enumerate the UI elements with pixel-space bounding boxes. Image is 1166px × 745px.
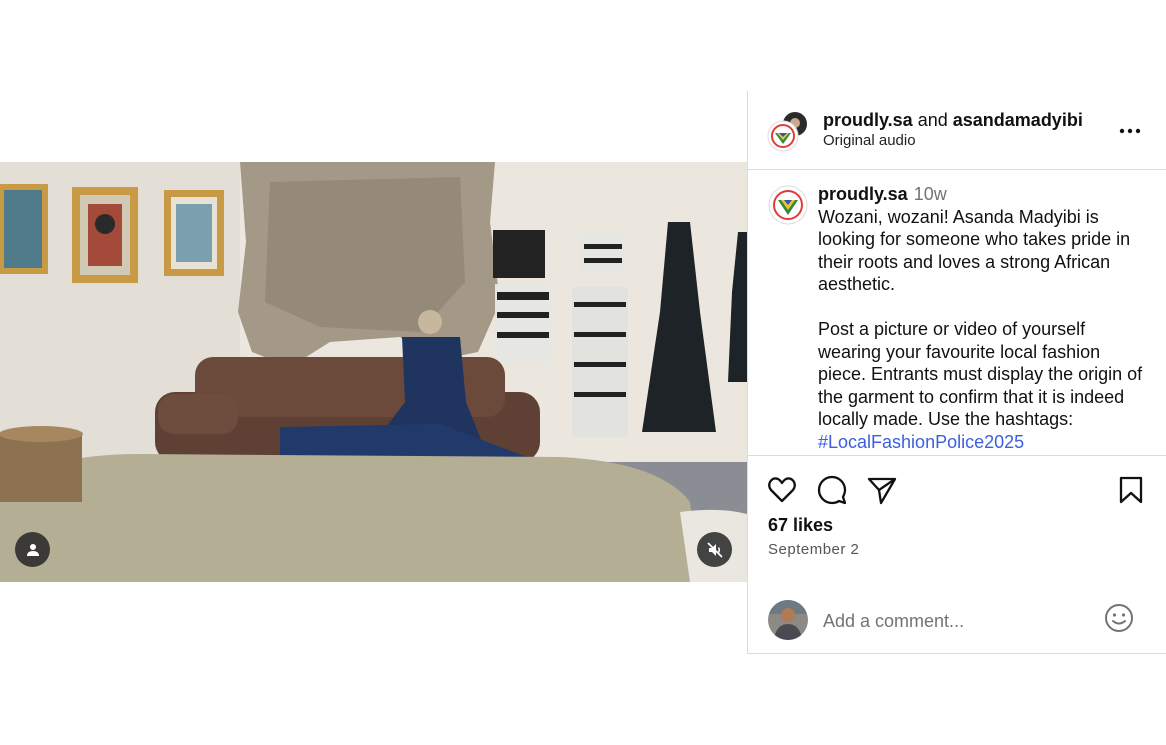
comment-button[interactable] xyxy=(816,474,848,506)
post-video[interactable] xyxy=(0,162,747,582)
post-header-text: proudly.sa and asandamadyibi Original au… xyxy=(823,109,1083,151)
post-media xyxy=(0,91,747,654)
caption-hashtag[interactable]: #LocalFashionPolice2025 xyxy=(818,431,1148,454)
more-horizontal-icon xyxy=(1118,128,1142,145)
comment-input[interactable] xyxy=(823,608,1093,634)
post-caption: proudly.sa 10w Wozani, wozani! Asanda Mad… xyxy=(748,171,1166,455)
smiley-icon xyxy=(1104,604,1134,637)
post-side-panel: proudly.sa and asandamadyibi Original au… xyxy=(747,91,1166,654)
user-tag-button[interactable] xyxy=(15,532,50,567)
caption-username[interactable]: proudly.sa xyxy=(818,184,908,204)
likes-count[interactable]: 67 likes xyxy=(768,515,833,536)
caption-text: proudly.sa 10w Wozani, wozani! Asanda Mad… xyxy=(818,183,1148,453)
heart-icon xyxy=(766,477,798,510)
video-frame xyxy=(0,162,747,582)
more-options-button[interactable] xyxy=(1118,121,1142,146)
share-button[interactable] xyxy=(866,474,898,506)
bookmark-icon xyxy=(1115,476,1147,510)
original-audio-link[interactable]: Original audio xyxy=(823,131,1083,151)
caption-time: 10w xyxy=(913,184,947,204)
muted-speaker-icon xyxy=(706,541,724,559)
send-icon xyxy=(866,477,898,510)
header-user-1[interactable]: proudly.sa xyxy=(823,110,913,130)
post-actions: 67 likes September 2 xyxy=(748,455,1166,654)
add-comment-row xyxy=(748,588,1166,655)
caption-body: Wozani, wozani! Asanda Madyibi is lookin… xyxy=(818,206,1143,430)
current-user-avatar xyxy=(768,600,808,640)
like-button[interactable] xyxy=(766,474,798,506)
collab-avatars[interactable] xyxy=(767,109,811,153)
instagram-post: proudly.sa and asandamadyibi Original au… xyxy=(0,91,1166,654)
post-header: proudly.sa and asandamadyibi Original au… xyxy=(748,91,1166,170)
person-icon xyxy=(25,542,41,558)
header-user-2[interactable]: asandamadyibi xyxy=(953,110,1083,130)
comment-icon xyxy=(816,475,848,510)
mute-button[interactable] xyxy=(697,532,732,567)
caption-avatar[interactable] xyxy=(768,185,808,225)
save-button[interactable] xyxy=(1115,474,1147,506)
header-joiner: and xyxy=(917,110,948,130)
post-date: September 2 xyxy=(768,541,860,558)
emoji-button[interactable] xyxy=(1104,603,1134,638)
